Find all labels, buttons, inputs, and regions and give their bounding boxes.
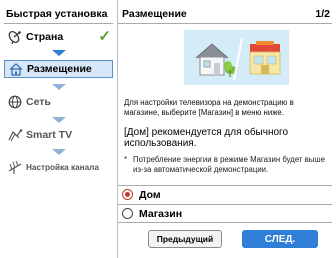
sidebar-item-country[interactable]: Страна ✓ (4, 28, 113, 46)
sidebar-item-network[interactable]: Сеть (4, 93, 113, 111)
radio-unselected-icon[interactable] (122, 208, 133, 219)
header-divider (118, 23, 332, 24)
sidebar-item-label: Настройка канала (26, 162, 99, 172)
page-indicator: 1/2 (315, 8, 330, 20)
quick-setup-sidebar: Быстрая установка Страна ✓ Размещение Се… (0, 0, 117, 258)
sidebar-item-label: Страна (26, 31, 64, 43)
smart-tv-icon (4, 128, 26, 142)
option-label: Дом (139, 188, 161, 201)
house-illustration-icon (195, 43, 237, 77)
home-recommendation: [Дом] рекомендуется для обычного использ… (124, 127, 289, 149)
store-illustration-icon (249, 41, 281, 75)
page-title: Размещение (122, 8, 187, 20)
note-text: Потребление энергии в режиме Магазин буд… (133, 155, 325, 174)
energy-note: * Потребление энергии в режиме Магазин б… (124, 155, 330, 174)
placement-panel: Размещение 1/2 Для настройки телевизора … (118, 0, 336, 258)
sidebar-item-placement[interactable]: Размещение (4, 60, 113, 78)
sidebar-item-label: Размещение (27, 63, 92, 75)
option-store[interactable]: Магазин (122, 205, 332, 222)
placement-illustration (184, 30, 289, 85)
step-arrow-icon (52, 149, 66, 155)
step-arrow-icon (52, 84, 66, 90)
sidebar-title: Быстрая установка (6, 8, 108, 20)
step-arrow-icon (52, 50, 66, 56)
globe-icon (4, 95, 26, 109)
previous-button[interactable]: Предыдущий (148, 230, 222, 248)
sidebar-item-label: Smart TV (26, 129, 73, 141)
option-divider (118, 222, 332, 223)
next-button[interactable]: СЛЕД. (242, 230, 318, 248)
option-home[interactable]: Дом (122, 186, 332, 203)
sidebar-item-channel-setup[interactable]: Настройка канала (4, 158, 113, 176)
note-marker: * (124, 155, 128, 164)
check-icon: ✓ (98, 28, 111, 45)
sidebar-divider (4, 23, 113, 24)
sidebar-item-label: Сеть (26, 96, 51, 108)
sidebar-item-smart-tv[interactable]: Smart TV (4, 126, 113, 144)
home-icon (5, 62, 27, 76)
radio-selected-icon[interactable] (122, 189, 133, 200)
placement-description: Для настройки телевизора на демонстрацию… (124, 98, 294, 117)
step-arrow-icon (52, 117, 66, 123)
option-label: Магазин (139, 207, 183, 220)
satellite-dish-icon (4, 30, 26, 44)
antenna-icon (4, 160, 26, 174)
